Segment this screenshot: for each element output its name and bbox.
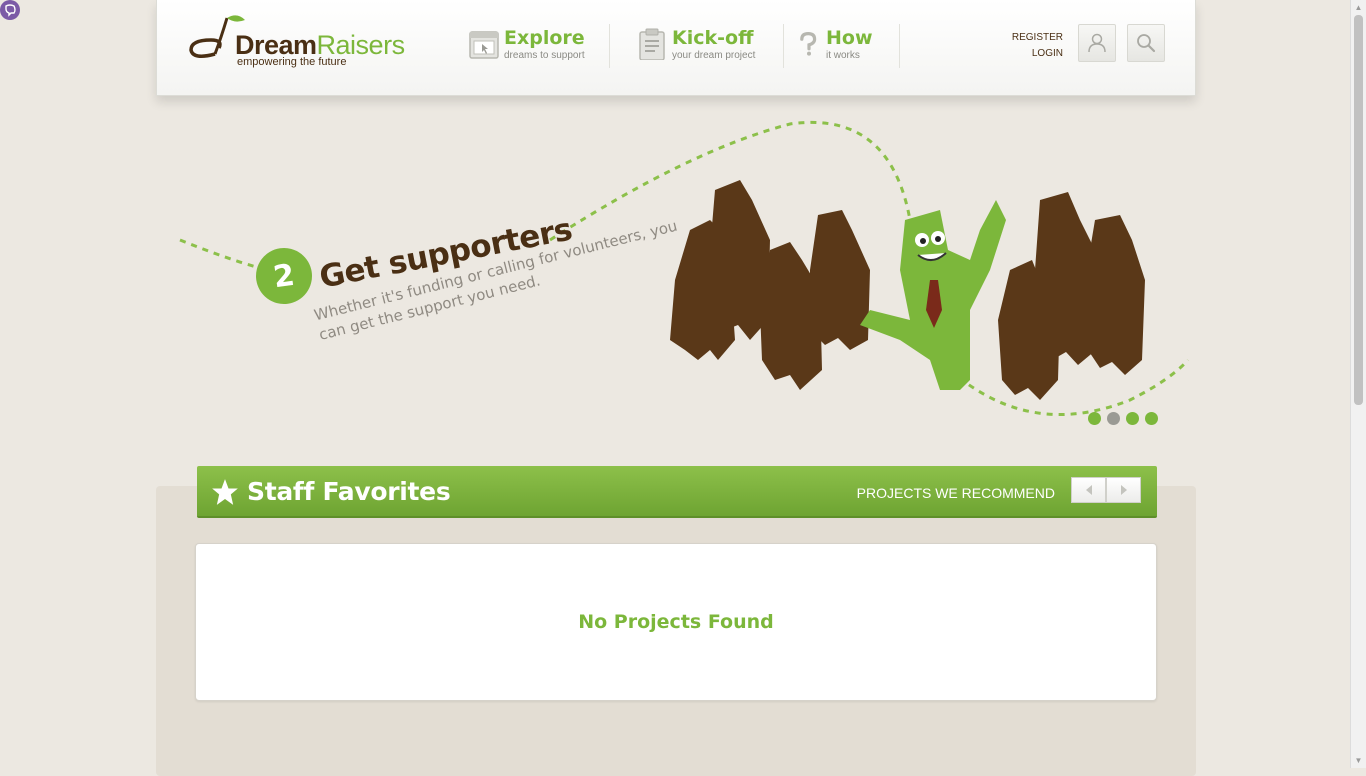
slider-dot-1[interactable] [1088, 412, 1101, 425]
clipboard-icon [639, 28, 665, 60]
login-link[interactable]: LOGIN [1012, 46, 1063, 62]
nav-explore-sub: dreams to support [504, 50, 585, 61]
scroll-up-arrow-icon[interactable]: ▲ [1351, 0, 1366, 15]
nav-divider [783, 24, 784, 68]
nav-divider [899, 24, 900, 68]
green-mascot [860, 200, 1006, 390]
search-icon [1137, 34, 1156, 53]
register-link[interactable]: REGISTER [1012, 30, 1063, 46]
slider-dot-3[interactable] [1126, 412, 1139, 425]
empty-message: No Projects Found [578, 611, 774, 633]
scroll-thumb[interactable] [1354, 15, 1363, 405]
slider-dot-4[interactable] [1145, 412, 1158, 425]
nav-how[interactable]: How it works [797, 28, 873, 68]
section-title: Staff Favorites [247, 477, 451, 506]
site-header: DreamRaisers empowering the future Explo… [156, 0, 1196, 96]
nav-explore-title: Explore [504, 27, 585, 49]
hero-slider: 2 Get supporters Whether it's funding or… [170, 110, 1190, 440]
slider-dots [1088, 412, 1158, 425]
nav-explore[interactable]: Explore dreams to support [469, 28, 585, 68]
page-scrollbar[interactable]: ▲ ▼ [1350, 0, 1366, 768]
favorites-results: No Projects Found [195, 543, 1157, 701]
staff-favorites-bar: Staff Favorites PROJECTS WE RECOMMEND [197, 466, 1157, 518]
nav-how-title: How [826, 27, 873, 49]
scroll-down-arrow-icon[interactable]: ▼ [1351, 753, 1366, 768]
auth-links: REGISTER LOGIN [1012, 30, 1063, 62]
chevron-right-icon [1120, 485, 1127, 495]
user-icon [1088, 33, 1106, 53]
next-button[interactable] [1106, 477, 1141, 503]
nav-how-sub: it works [826, 50, 860, 61]
logo-tagline: empowering the future [237, 56, 347, 68]
browser-window-icon [469, 31, 499, 59]
nav-kickoff-title: Kick-off [672, 27, 754, 49]
search-button[interactable] [1127, 24, 1165, 62]
nav-kickoff[interactable]: Kick-off your dream project [637, 28, 755, 68]
question-mark-icon [800, 31, 817, 56]
prev-button[interactable] [1071, 477, 1106, 503]
favorites-pager [1071, 477, 1141, 503]
recommend-label: PROJECTS WE RECOMMEND [856, 485, 1055, 501]
nav-kickoff-sub: your dream project [672, 50, 756, 61]
slider-dot-2[interactable] [1107, 412, 1120, 425]
star-icon [212, 479, 238, 505]
viber-icon[interactable] [0, 0, 20, 20]
nav-divider [609, 24, 610, 68]
user-button[interactable] [1078, 24, 1116, 62]
chevron-left-icon [1085, 485, 1092, 495]
dreamraisers-logo[interactable]: DreamRaisers empowering the future [187, 14, 427, 74]
